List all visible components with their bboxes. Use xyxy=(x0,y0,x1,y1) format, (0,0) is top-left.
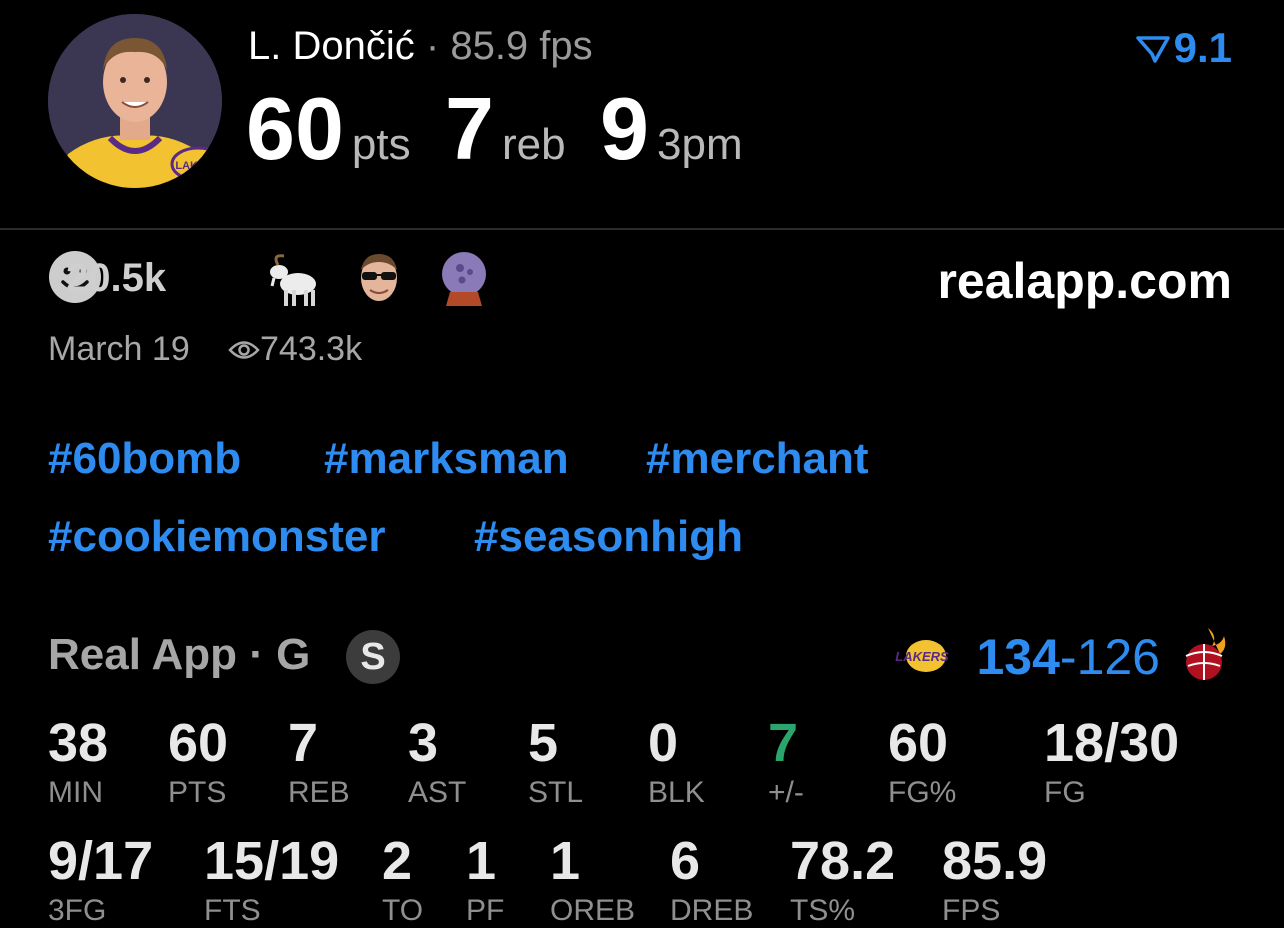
post-date: March 19 xyxy=(48,330,190,368)
stat-cell: 60 FG% xyxy=(888,716,956,808)
stat-cell: 38 MIN xyxy=(48,716,108,808)
stat-value: 2 xyxy=(382,831,413,891)
stat-cell: 7 REB xyxy=(288,716,350,808)
stat-cell: 78.2 TS% xyxy=(790,834,895,926)
rating-value: 9.1 xyxy=(1173,24,1232,71)
hashtag[interactable]: #60bomb xyxy=(48,434,241,484)
rating-badge[interactable]: 9.1 xyxy=(1135,24,1232,72)
game-score[interactable]: 134-126 xyxy=(976,628,1160,686)
hashtag[interactable]: #cookiemonster xyxy=(48,512,385,562)
stat-cell: 60 PTS xyxy=(168,716,228,808)
player-name[interactable]: L. Dončić xyxy=(248,24,415,68)
view-count: 743.3k xyxy=(228,330,362,369)
stat-label: OREB xyxy=(550,894,636,927)
hashtag[interactable]: #marksman xyxy=(324,434,569,484)
stat-value: 60 xyxy=(888,713,949,773)
headline-stat-value: 7 xyxy=(445,79,494,178)
stat-label: +/- xyxy=(768,776,804,809)
stat-cell: 18/30 FG xyxy=(1044,716,1179,808)
stat-value: 0 xyxy=(648,713,679,773)
stat-value: 60 xyxy=(168,713,229,773)
stat-label: 3FG xyxy=(48,894,107,927)
stat-cell: 85.9 FPS xyxy=(942,834,1047,926)
stat-value: 6 xyxy=(670,831,701,891)
lakers-logo-icon[interactable]: LAKERS xyxy=(894,636,952,681)
stat-value: 38 xyxy=(48,713,109,773)
stat-value: 18/30 xyxy=(1044,713,1180,773)
stat-cell: 0 BLK xyxy=(648,716,705,808)
reaction-count[interactable]: 20.5k xyxy=(66,256,166,301)
stat-cell: 6 DREB xyxy=(670,834,753,926)
headline-stat-unit: pts xyxy=(351,120,411,169)
svg-text:LAKERS: LAKERS xyxy=(175,160,220,172)
crystal-ball-icon[interactable] xyxy=(438,250,490,311)
headline-stats: 60 pts 7 reb 9 3pm xyxy=(246,78,773,180)
stat-value: 85.9 xyxy=(942,831,1048,891)
fps-text: 85.9 fps xyxy=(450,24,593,68)
name-separator: · xyxy=(425,24,440,68)
stat-value: 1 xyxy=(466,831,497,891)
stat-label: FG xyxy=(1044,776,1086,809)
stat-value: 5 xyxy=(528,713,559,773)
stat-cell: 2 TO xyxy=(382,834,423,926)
stat-label: TO xyxy=(382,894,424,927)
status-badge[interactable]: S xyxy=(346,630,400,684)
stat-cell: 7 +/- xyxy=(768,716,804,808)
stat-label: REB xyxy=(288,776,350,809)
stat-label: FPS xyxy=(942,894,1001,927)
stat-value: 15/19 xyxy=(204,831,340,891)
score-home: 134 xyxy=(976,629,1060,685)
headline-stat-value: 60 xyxy=(246,79,344,178)
stat-label: STL xyxy=(528,776,584,809)
goat-icon[interactable] xyxy=(266,250,324,313)
hashtag[interactable]: #merchant xyxy=(646,434,869,484)
stat-value: 78.2 xyxy=(790,831,896,891)
stat-value: 7 xyxy=(288,713,319,773)
player-name-line: L. Dončić · 85.9 fps xyxy=(248,24,593,69)
stat-label: AST xyxy=(408,776,467,809)
player-sunglasses-icon[interactable] xyxy=(356,250,402,311)
rating-icon xyxy=(1135,36,1170,63)
site-link[interactable]: realapp.com xyxy=(937,252,1232,310)
stat-label: PF xyxy=(466,894,505,927)
stat-label: TS% xyxy=(790,894,856,927)
svg-text:LAKERS: LAKERS xyxy=(895,649,949,664)
score-separator: - xyxy=(1059,629,1077,685)
stat-value: 3 xyxy=(408,713,439,773)
view-count-value: 743.3k xyxy=(260,330,363,368)
hashtag[interactable]: #seasonhigh xyxy=(474,512,743,562)
player-avatar[interactable]: LAKERS xyxy=(48,14,222,188)
divider xyxy=(0,228,1284,230)
stat-label: PTS xyxy=(168,776,227,809)
stat-label: FG% xyxy=(888,776,957,809)
stat-label: MIN xyxy=(48,776,103,809)
headline-stat-unit: 3pm xyxy=(657,120,743,169)
eye-icon xyxy=(228,341,260,359)
headline-stat-unit: reb xyxy=(502,120,566,169)
stat-cell: 9/17 3FG xyxy=(48,834,153,926)
stat-cell: 3 AST xyxy=(408,716,466,808)
game-source-title: Real App · G xyxy=(48,630,311,679)
stat-cell: 1 PF xyxy=(466,834,504,926)
stat-label: FTS xyxy=(204,894,261,927)
stat-value: 9/17 xyxy=(48,831,154,891)
stat-value: 1 xyxy=(550,831,581,891)
score-away: 126 xyxy=(1076,629,1160,685)
stat-label: BLK xyxy=(648,776,705,809)
stat-cell: 5 STL xyxy=(528,716,583,808)
headline-stat-value: 9 xyxy=(600,79,649,178)
stat-value: 7 xyxy=(768,713,799,773)
stat-cell: 15/19 FTS xyxy=(204,834,339,926)
stat-label: DREB xyxy=(670,894,754,927)
stat-cell: 1 OREB xyxy=(550,834,635,926)
heat-logo-icon[interactable] xyxy=(1178,626,1234,689)
